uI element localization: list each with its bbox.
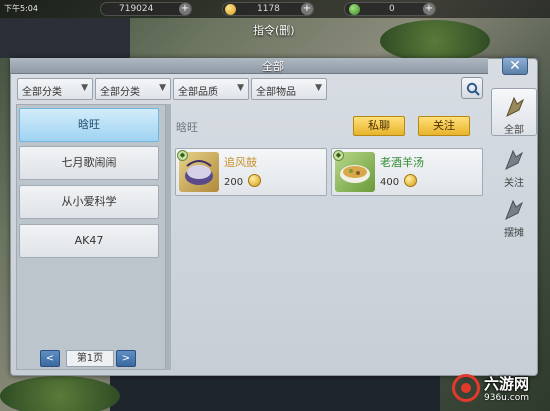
goods-price: 400 [380, 177, 400, 188]
private-chat-button[interactable]: 私聊 [353, 116, 405, 136]
add-jade-button[interactable]: + [423, 3, 435, 15]
gold-coin-icon [404, 174, 417, 187]
category-filter[interactable]: 全部分类 ▼ [17, 78, 93, 100]
gold-counter: 1178 + [222, 2, 314, 16]
shop-owner-name: 晗旺 [176, 121, 198, 134]
goods-name: 追风鼓 [224, 156, 257, 169]
goods-item[interactable]: ◆ 老酒羊汤 400 [331, 148, 483, 196]
filter-label: 全部品质 [178, 87, 218, 98]
tab-label: 摆摊 [504, 228, 524, 239]
follow-button[interactable]: 关注 [418, 116, 470, 136]
silver-counter: 719024 + [100, 2, 192, 16]
tab-stall[interactable]: 摆摊 [491, 192, 537, 240]
add-silver-button[interactable]: + [179, 3, 191, 15]
watermark-url: 936u.com [484, 393, 529, 403]
tab-label: 全部 [504, 125, 524, 136]
jade-counter: 0 + [344, 2, 436, 16]
gold-coin-icon [248, 174, 261, 187]
goods-name: 老酒羊汤 [380, 156, 424, 169]
page-indicator: 第1页 [66, 350, 114, 367]
item-filter[interactable]: 全部物品 ▼ [251, 78, 327, 100]
command-label[interactable]: 指令(删) [253, 22, 295, 38]
fan-icon [506, 96, 525, 118]
seller-item[interactable]: 晗旺 [19, 108, 159, 142]
next-page-button[interactable]: > [116, 350, 136, 367]
seller-item[interactable]: 七月歌闹闹 [19, 146, 159, 180]
background-roof [0, 18, 130, 58]
fan-icon [505, 149, 524, 171]
panel-title-bar [10, 58, 488, 74]
fan-icon [505, 199, 524, 221]
goods-price: 200 [224, 177, 244, 188]
goods-item[interactable]: ◆ 追风鼓 200 [175, 148, 327, 196]
chevron-down-icon: ▼ [159, 83, 166, 93]
tab-all[interactable]: 全部 [491, 88, 537, 136]
prev-page-button[interactable]: < [40, 350, 60, 367]
filter-label: 全部物品 [256, 87, 296, 98]
filter-label: 全部分类 [100, 87, 140, 98]
chevron-down-icon: ▼ [315, 83, 322, 93]
watermark-logo [452, 374, 480, 402]
search-icon [466, 82, 480, 96]
seller-item[interactable]: 从小爱科学 [19, 185, 159, 219]
quality-badge: ◆ [333, 150, 344, 161]
seller-item[interactable]: AK47 [19, 224, 159, 258]
tab-follow[interactable]: 关注 [491, 142, 537, 190]
tab-label: 关注 [504, 178, 524, 189]
chevron-down-icon: ▼ [237, 83, 244, 93]
quality-filter[interactable]: 全部品质 ▼ [173, 78, 249, 100]
background-tree [0, 376, 120, 411]
add-gold-button[interactable]: + [301, 3, 313, 15]
clock-text: 下午5:04 [4, 4, 38, 13]
watermark-name: 六游网 [484, 375, 530, 393]
status-bar: 下午5:04 719024 + 1178 + 0 + [0, 0, 550, 18]
filter-label: 全部分类 [22, 87, 62, 98]
jade-icon [349, 4, 360, 15]
gold-coin-icon [225, 4, 236, 15]
background-roof [110, 376, 440, 411]
panel-title: 全部 [262, 60, 284, 73]
background-tree [380, 20, 490, 62]
subcategory-filter[interactable]: 全部分类 ▼ [95, 78, 171, 100]
chevron-down-icon: ▼ [81, 83, 88, 93]
silver-amount: 719024 [119, 4, 154, 14]
close-icon: ✕ [509, 58, 521, 74]
quality-badge: ◆ [177, 150, 188, 161]
search-button[interactable] [461, 77, 483, 99]
jade-amount: 0 [389, 4, 395, 14]
list-divider[interactable] [166, 104, 171, 370]
gold-amount: 1178 [257, 4, 280, 14]
close-button[interactable]: ✕ [502, 57, 528, 75]
